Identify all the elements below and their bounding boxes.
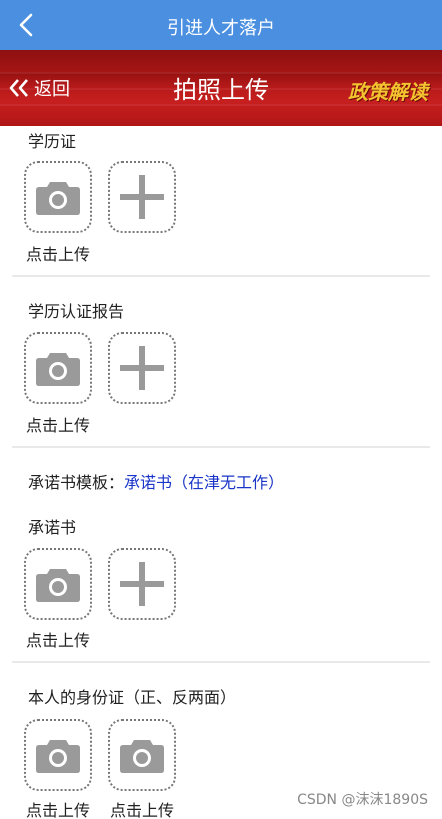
template-label: 承诺书模板：: [28, 473, 125, 492]
add-photo-button[interactable]: [108, 548, 176, 620]
upload-caption: 点击上传: [26, 631, 91, 650]
plus-icon: [120, 562, 164, 606]
camera-icon: [36, 740, 80, 773]
upload-tile-commitment[interactable]: [24, 548, 92, 620]
upload-caption: 点击上传: [110, 801, 175, 819]
template-link[interactable]: 承诺书（在津无工作）: [124, 473, 284, 492]
upload-caption: 点击上传: [26, 801, 91, 819]
camera-icon: [120, 740, 164, 773]
divider: [12, 661, 430, 663]
divider: [12, 446, 430, 448]
camera-icon: [36, 182, 80, 215]
app-title: 引进人才落户: [167, 18, 275, 39]
section-label-commitment: 承诺书: [28, 518, 77, 537]
top-nav-bar: 引进人才落户: [0, 0, 442, 50]
camera-icon: [36, 569, 80, 602]
add-photo-button[interactable]: [108, 161, 176, 233]
upload-caption: 点击上传: [26, 245, 91, 264]
watermark: CSDN @沫沫1890S: [297, 792, 428, 808]
page-header: 返回 拍照上传 政策解读: [0, 50, 442, 126]
section-label-degree-report: 学历认证报告: [28, 302, 125, 321]
camera-icon: [36, 353, 80, 386]
template-row: 承诺书模板：承诺书（在津无工作）: [28, 469, 284, 493]
upload-tile-id-front[interactable]: [24, 719, 92, 791]
add-photo-button[interactable]: [108, 332, 176, 404]
policy-interpretation-button[interactable]: 政策解读: [348, 76, 428, 105]
section-label-id-card: 本人的身份证（正、反两面）: [28, 688, 237, 707]
upload-tile-diploma[interactable]: [24, 161, 92, 233]
upload-tile-id-back[interactable]: [108, 719, 176, 791]
upload-caption: 点击上传: [26, 416, 91, 435]
upload-tile-degree-report[interactable]: [24, 332, 92, 404]
divider: [12, 275, 430, 277]
section-label-diploma: 学历证: [28, 132, 77, 151]
plus-icon: [120, 346, 164, 390]
plus-icon: [120, 175, 164, 219]
